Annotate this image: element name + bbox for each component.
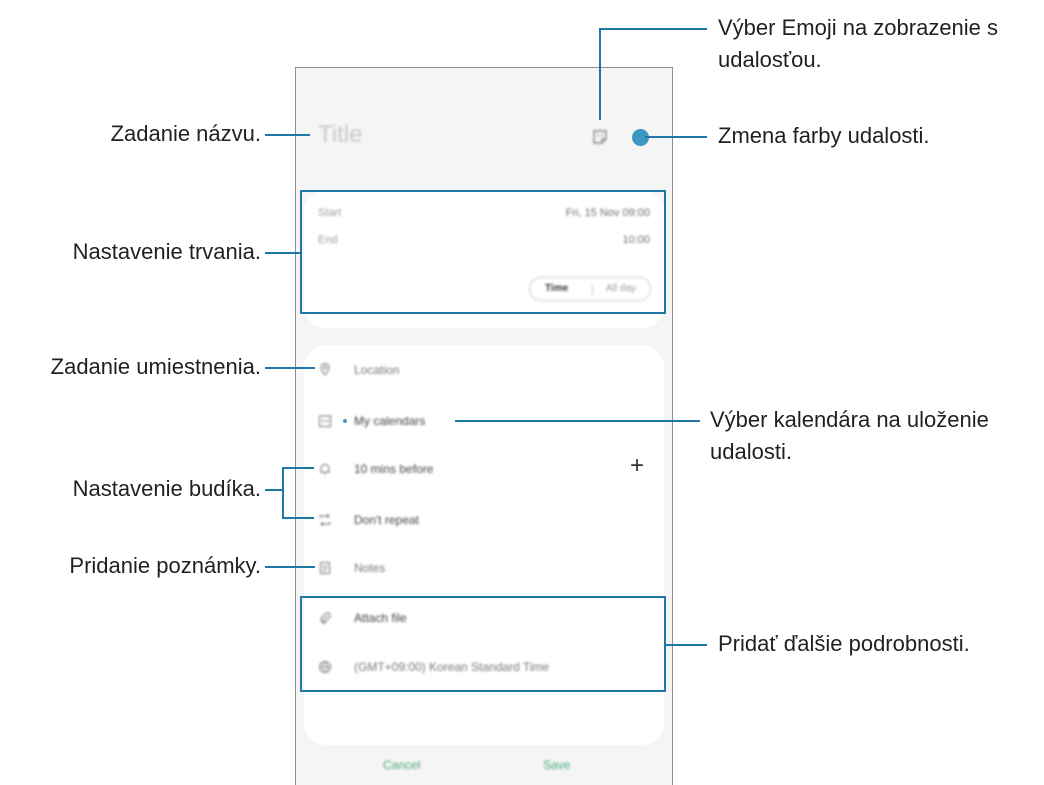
callout-emoji-line-vertical bbox=[599, 28, 601, 120]
callout-emoji-line1: Výber Emoji na zobrazenie s bbox=[718, 15, 999, 40]
location-pin-icon bbox=[320, 362, 330, 376]
callout-color-line bbox=[645, 136, 707, 138]
callout-title-line bbox=[265, 134, 310, 136]
callout-alarm: Nastavenie budíka. bbox=[72, 476, 261, 501]
notes-icon bbox=[319, 561, 331, 575]
duration-highlight-box bbox=[300, 190, 666, 314]
calendar-icon bbox=[318, 415, 332, 428]
callout-details: Pridať ďalšie podrobnosti. bbox=[718, 631, 970, 656]
callout-calendar-line2: udalosti. bbox=[710, 439, 792, 464]
callout-location-line bbox=[265, 367, 315, 369]
callout-calendar-line bbox=[455, 420, 700, 422]
callout-calendar-line1: Výber kalendára na uloženie bbox=[710, 407, 989, 432]
bell-icon bbox=[320, 463, 330, 475]
callout-alarm-line-bottom bbox=[282, 517, 314, 519]
callout-color: Zmena farby udalosti. bbox=[718, 123, 930, 148]
callout-alarm-line bbox=[265, 489, 283, 491]
notes-input[interactable]: Notes bbox=[354, 561, 385, 575]
title-input[interactable]: Title bbox=[318, 121, 362, 149]
callout-alarm-bracket bbox=[282, 467, 284, 519]
callout-notes-line bbox=[265, 566, 315, 568]
location-input[interactable]: Location bbox=[354, 363, 399, 377]
callout-details-line bbox=[666, 644, 707, 646]
calendar-color-dot bbox=[343, 419, 347, 423]
callout-notes: Pridanie poznámky. bbox=[69, 553, 261, 578]
callout-alarm-line-top bbox=[282, 467, 314, 469]
callout-location: Zadanie umiestnenia. bbox=[50, 354, 261, 379]
repeat-icon bbox=[319, 513, 331, 527]
callout-emoji-line bbox=[599, 28, 707, 30]
add-reminder-button[interactable]: + bbox=[630, 454, 644, 478]
calendar-selector[interactable]: My calendars bbox=[354, 414, 425, 428]
callout-emoji-line2: udalosťou. bbox=[718, 47, 822, 72]
repeat-selector[interactable]: Don't repeat bbox=[354, 513, 419, 527]
callout-title: Zadanie názvu. bbox=[110, 121, 261, 146]
cancel-button[interactable]: Cancel bbox=[383, 758, 420, 772]
callout-duration: Nastavenie trvania. bbox=[72, 239, 261, 264]
save-button[interactable]: Save bbox=[543, 758, 570, 772]
details-highlight-box bbox=[300, 596, 666, 692]
sticker-icon[interactable] bbox=[591, 128, 609, 146]
reminder-selector[interactable]: 10 mins before bbox=[354, 462, 433, 476]
callout-duration-line bbox=[265, 252, 301, 254]
